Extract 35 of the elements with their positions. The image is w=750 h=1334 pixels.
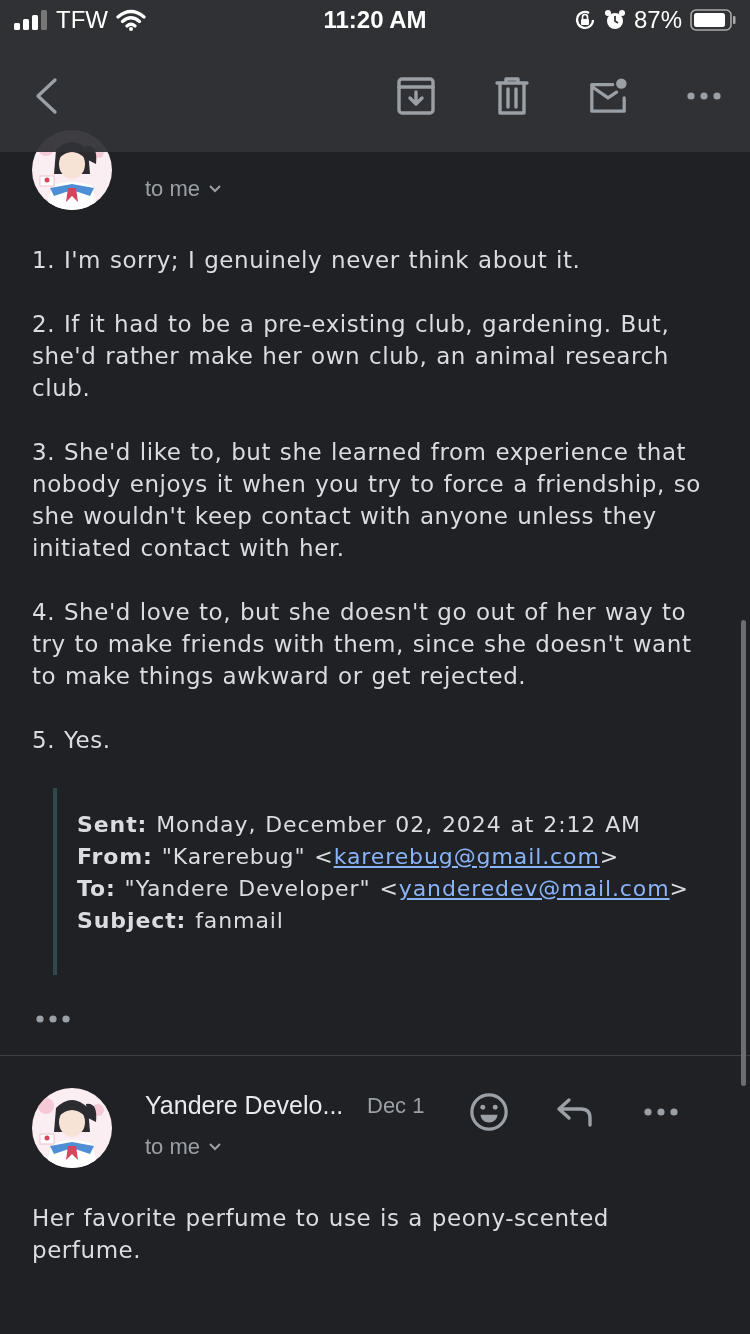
mail-dot-icon <box>588 76 628 116</box>
show-trimmed-icon[interactable] <box>36 1015 70 1023</box>
trash-icon <box>495 76 529 116</box>
email-link[interactable]: yanderedev@mail.com <box>398 876 670 901</box>
recipient-dropdown[interactable]: to me <box>145 1134 367 1160</box>
clock-time: 11:20 AM <box>323 6 427 34</box>
archive-icon <box>397 77 435 115</box>
quote-line: Sent: Monday, December 02, 2024 at 2:12 AM <box>77 811 642 839</box>
back-icon <box>34 77 58 115</box>
recipient-dropdown[interactable]: to me <box>145 176 367 202</box>
message-paragraph: 3. She'd like to, but she learned from experience that nobody enjoys it when you try to force a friendship, so she wouldn't keep contact with anyone unless they initiated contact with her. <box>32 438 702 563</box>
more-icon <box>644 1108 678 1116</box>
message-paragraph: 5. Yes. <box>32 726 112 755</box>
carrier-name: TFW <box>56 6 108 34</box>
quote-line: Subject: fanmail <box>77 907 285 935</box>
message-paragraph: Her favorite perfume to use is a peony-scented perfume. <box>32 1204 610 1265</box>
smiley-icon <box>469 1091 509 1133</box>
reply-icon <box>556 1097 594 1127</box>
message-paragraph: 2. If it had to be a pre-existing club, gardening. But, she'd rather make her own club, an animal research club. <box>32 310 671 403</box>
alarm-icon <box>603 9 626 31</box>
email-link[interactable]: karerebug@gmail.com <box>333 844 600 869</box>
message-paragraph: 4. She'd love to, but she doesn't go out of her way to try to make friends with them, since she doesn't want to make things awkward or get rejected. <box>32 598 693 691</box>
message-paragraph: 1. I'm sorry; I genuinely never think about it. <box>32 246 582 275</box>
signal-icon <box>14 10 48 30</box>
wifi-icon <box>116 9 146 31</box>
battery-percent: 87% <box>633 6 682 34</box>
quote-line: From: "Karerebug" <karerebug@gmail.com> <box>77 843 621 871</box>
battery-icon <box>690 9 736 31</box>
chevron-down-icon <box>208 1142 223 1152</box>
message-date: Dec 1 <box>367 1093 426 1119</box>
chevron-down-icon <box>208 184 223 194</box>
sender-name: Yandere Develo... <box>145 1091 345 1120</box>
rotation-lock-icon <box>573 9 596 31</box>
quote-line: To: "Yandere Developer" <yanderedev@mail.com> <box>77 875 690 903</box>
more-icon <box>687 92 721 100</box>
